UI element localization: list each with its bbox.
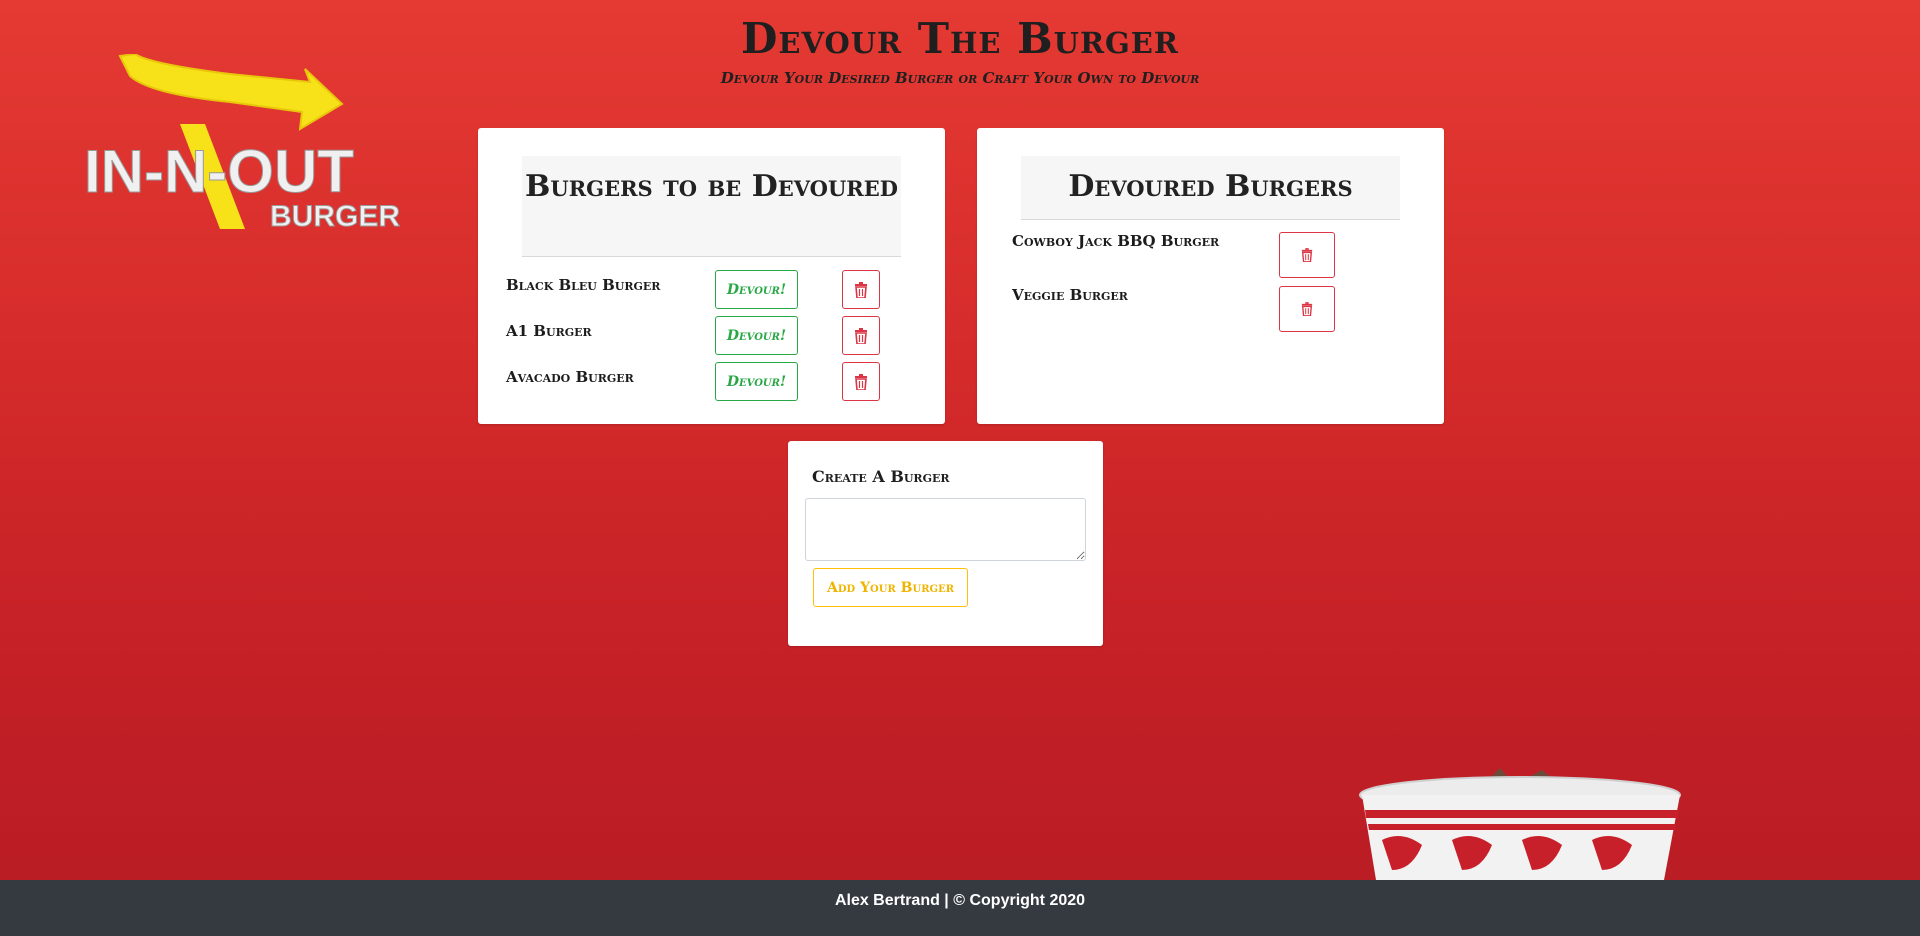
to-devour-title: Burgers to be Devoured xyxy=(522,156,901,257)
devoured-card: Devoured Burgers Cowboy Jack BBQ Burger … xyxy=(977,128,1444,424)
list-item: Veggie Burger xyxy=(977,286,1444,332)
drink-cup-image xyxy=(1352,760,1692,880)
devour-button[interactable]: Devour! xyxy=(715,270,798,309)
burger-name: A1 Burger xyxy=(506,322,592,340)
burger-name: Cowboy Jack BBQ Burger xyxy=(1012,232,1220,250)
create-burger-card: Create A Burger Add Your Burger xyxy=(788,441,1103,646)
delete-button[interactable] xyxy=(1279,286,1335,332)
cup-graphic xyxy=(1359,768,1681,880)
footer-copyright: Alex Bertrand | © Copyright 2020 xyxy=(834,892,1086,909)
trash-icon xyxy=(1301,302,1313,316)
trash-icon xyxy=(855,281,867,298)
delete-button[interactable] xyxy=(1279,232,1335,278)
burger-name: Black Bleu Burger xyxy=(506,276,661,294)
delete-button[interactable] xyxy=(842,362,880,401)
page-subtitle: Devour Your Desired Burger or Craft Your… xyxy=(720,69,1200,87)
delete-button[interactable] xyxy=(842,316,880,355)
to-devour-card: Burgers to be Devoured Black Bleu Burger… xyxy=(478,128,945,424)
logo-wordmark: IN-N-OUT xyxy=(84,138,354,205)
create-burger-label: Create A Burger xyxy=(812,467,950,486)
burger-name-input[interactable] xyxy=(805,498,1086,561)
devoured-title: Devoured Burgers xyxy=(1021,156,1400,220)
devour-button[interactable]: Devour! xyxy=(715,316,798,355)
list-item: Cowboy Jack BBQ Burger xyxy=(977,232,1444,278)
logo-subword: BURGER xyxy=(270,200,400,233)
list-item: Black Bleu Burger Devour! xyxy=(478,270,945,310)
list-item: Avacado Burger Devour! xyxy=(478,362,945,402)
page-header: Devour The Burger Devour Your Desired Bu… xyxy=(0,14,1920,87)
burger-name: Veggie Burger xyxy=(1012,286,1128,304)
trash-icon xyxy=(855,373,867,390)
delete-button[interactable] xyxy=(842,270,880,309)
trash-icon xyxy=(855,327,867,344)
page-footer: Alex Bertrand | © Copyright 2020 xyxy=(0,880,1920,936)
trash-icon xyxy=(1301,248,1313,262)
devour-button[interactable]: Devour! xyxy=(715,362,798,401)
burger-name: Avacado Burger xyxy=(506,368,634,386)
page-title: Devour The Burger xyxy=(740,14,1180,63)
add-burger-button[interactable]: Add Your Burger xyxy=(813,568,968,607)
list-item: A1 Burger Devour! xyxy=(478,316,945,356)
